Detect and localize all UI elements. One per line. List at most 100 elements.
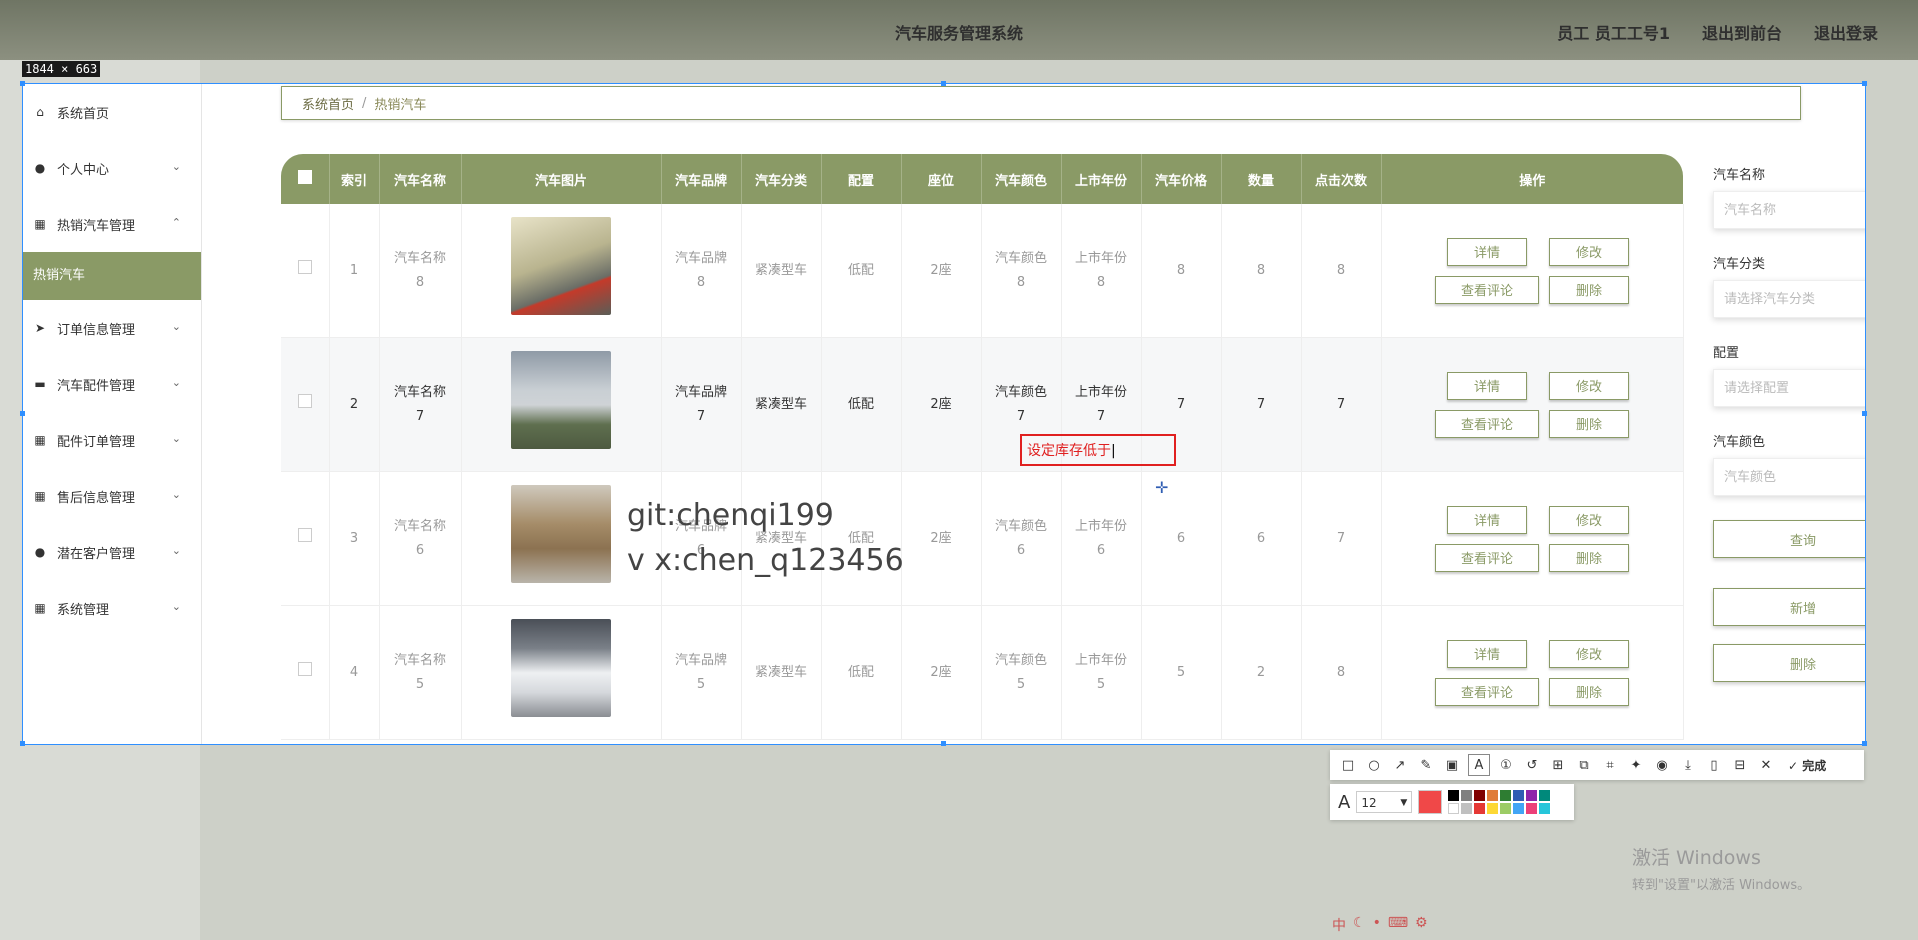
edit-button[interactable]: 修改 — [1549, 505, 1629, 534]
detail-button[interactable]: 详情 — [1447, 505, 1527, 534]
grid-icon: ▦ — [34, 217, 46, 231]
category-select[interactable]: 请选择汽车分类⌄ — [1713, 280, 1865, 318]
breadcrumb-separator: / — [362, 95, 367, 111]
text-annotation[interactable]: 设定库存低于| — [1020, 434, 1176, 466]
text-tool-icon[interactable]: A — [1468, 754, 1490, 776]
record-icon[interactable]: ◉ — [1652, 755, 1672, 775]
selection-handle[interactable] — [20, 411, 25, 416]
row-checkbox[interactable] — [297, 661, 312, 676]
bulk-delete-button[interactable]: 删除 — [1713, 644, 1865, 682]
selection-handle[interactable] — [1862, 741, 1867, 746]
cell-index: 4 — [329, 605, 380, 740]
sidebar-item-part-orders[interactable]: ▦ 配件订单管理 ⌄ — [23, 412, 201, 468]
bookmark-icon[interactable]: ⊟ — [1730, 755, 1750, 775]
sidebar-item-profile[interactable]: ● 个人中心 ⌄ — [23, 140, 201, 196]
col-header: 数量 — [1221, 154, 1302, 204]
table-row: 1 汽车名称 8 汽车品牌 8 紧凑型车 低配 2座 汽车颜色 8 上市年份 8 8 8… — [281, 204, 1684, 338]
cell-year: 上市年份 8 — [1061, 204, 1142, 338]
logout-link[interactable]: 退出登录 — [1814, 20, 1878, 44]
edit-button[interactable]: 修改 — [1549, 237, 1629, 266]
cell-price: 8 — [1141, 204, 1222, 338]
selection-handle[interactable] — [941, 81, 946, 86]
breadcrumb-home[interactable]: 系统首页 — [302, 94, 354, 113]
col-header: 操作 — [1381, 154, 1683, 204]
query-button[interactable]: 查询 — [1713, 520, 1865, 558]
view-comments-button[interactable]: 查看评论 — [1435, 409, 1539, 438]
moon-icon[interactable]: ☾ — [1353, 915, 1366, 935]
pin-icon[interactable]: ✦ — [1626, 755, 1646, 775]
detail-button[interactable]: 详情 — [1447, 237, 1527, 266]
undo-icon[interactable]: ↺ — [1522, 755, 1542, 775]
selection-handle[interactable] — [20, 81, 25, 86]
view-comments-button[interactable]: 查看评论 — [1435, 543, 1539, 572]
sidebar-item-aftersales[interactable]: ▦ 售后信息管理 ⌄ — [23, 468, 201, 524]
table-row: 2 汽车名称 7 汽车品牌 7 紧凑型车 低配 2座 汽车颜色 7 上市年份 7 7 7… — [281, 337, 1684, 472]
sidebar-item-parts[interactable]: ▬ 汽车配件管理 ⌄ — [23, 356, 201, 412]
select-all-checkbox[interactable] — [297, 170, 312, 184]
delete-button[interactable]: 删除 — [1549, 543, 1629, 572]
sidebar-item-prospects[interactable]: ● 潜在客户管理 ⌄ — [23, 524, 201, 580]
edit-button[interactable]: 修改 — [1549, 639, 1629, 668]
ellipse-icon[interactable]: ○ — [1364, 755, 1384, 775]
chevron-down-icon: ⌄ — [171, 600, 181, 613]
sidebar-item-home[interactable]: ⌂ 系统首页 — [23, 84, 201, 140]
dot-icon[interactable]: • — [1373, 915, 1381, 935]
arrow-icon[interactable]: ↗ — [1390, 755, 1410, 775]
chevron-down-icon: ⌄ — [171, 488, 181, 501]
detail-button[interactable]: 详情 — [1447, 371, 1527, 400]
user-area: 员工 员工工号1 退出到前台 退出登录 — [1557, 20, 1878, 44]
sidebar-item-hot-cars[interactable]: ▦ 热销汽车管理 ⌃ — [23, 196, 201, 252]
color-palette[interactable] — [1448, 790, 1551, 814]
delete-button[interactable]: 删除 — [1549, 409, 1629, 438]
selection-handle[interactable] — [1862, 411, 1867, 416]
row-checkbox[interactable] — [297, 259, 312, 274]
color-label: 汽车颜色 — [1713, 435, 1766, 450]
ime-icon[interactable]: 中 — [1332, 915, 1346, 935]
car-image — [511, 351, 611, 449]
pen-icon[interactable]: ✎ — [1416, 755, 1436, 775]
add-button[interactable]: 新增 — [1713, 588, 1865, 626]
rectangle-icon[interactable]: □ — [1338, 755, 1358, 775]
sidebar-item-system[interactable]: ▦ 系统管理 ⌄ — [23, 580, 201, 636]
view-comments-button[interactable]: 查看评论 — [1435, 275, 1539, 304]
keyboard-icon[interactable]: ⌨ — [1388, 915, 1408, 935]
cell-index: 2 — [329, 337, 380, 472]
scan-icon[interactable]: ⌗ — [1600, 755, 1620, 775]
chevron-down-icon: ⌄ — [171, 320, 181, 333]
sidebar-subitem-hot-cars[interactable]: 热销汽车 — [23, 252, 201, 300]
translate-icon[interactable]: ⧉ — [1574, 755, 1594, 775]
delete-button[interactable]: 删除 — [1549, 275, 1629, 304]
cell-image — [461, 204, 662, 338]
selection-handle[interactable] — [1862, 81, 1867, 86]
detail-button[interactable]: 详情 — [1447, 639, 1527, 668]
row-checkbox[interactable] — [297, 393, 312, 408]
color-input[interactable]: 汽车颜色 — [1713, 458, 1865, 496]
col-header: 汽车品牌 — [661, 154, 742, 204]
edit-button[interactable]: 修改 — [1549, 371, 1629, 400]
ocr-icon[interactable]: ⊞ — [1548, 755, 1568, 775]
col-header: 座位 — [901, 154, 982, 204]
current-color-swatch[interactable] — [1418, 790, 1443, 814]
download-icon[interactable]: ⤓ — [1678, 755, 1698, 775]
number-icon[interactable]: ① — [1496, 755, 1516, 775]
select-all-header[interactable] — [281, 154, 330, 204]
sidebar-item-orders[interactable]: ➤ 订单信息管理 ⌄ — [23, 300, 201, 356]
selection-handle[interactable] — [20, 741, 25, 746]
phone-icon[interactable]: ▯ — [1704, 755, 1724, 775]
view-comments-button[interactable]: 查看评论 — [1435, 677, 1539, 706]
settings-icon[interactable]: ⚙ — [1415, 915, 1428, 935]
selection-handle[interactable] — [941, 741, 946, 746]
font-size-select[interactable]: 12 ▼ — [1356, 791, 1413, 813]
to-front-link[interactable]: 退出到前台 — [1702, 20, 1782, 44]
delete-button[interactable]: 删除 — [1549, 677, 1629, 706]
done-button[interactable]: ✓ 完成 — [1788, 757, 1826, 774]
cell-name: 汽车名称 6 — [379, 471, 462, 606]
name-input[interactable]: 汽车名称 — [1713, 191, 1865, 229]
screenshot-selection[interactable]: ⌂ 系统首页 ● 个人中心 ⌄ ▦ 热销汽车管理 ⌃ 热销汽车 ➤ 订单信息管理… — [22, 83, 1866, 745]
close-icon[interactable]: ✕ — [1756, 755, 1776, 775]
chevron-up-icon: ⌃ — [171, 216, 181, 229]
sidebar-item-label: 配件订单管理 — [57, 434, 136, 450]
config-select[interactable]: 请选择配置⌄ — [1713, 369, 1865, 407]
mosaic-icon[interactable]: ▣ — [1442, 755, 1462, 775]
row-checkbox[interactable] — [297, 527, 312, 542]
